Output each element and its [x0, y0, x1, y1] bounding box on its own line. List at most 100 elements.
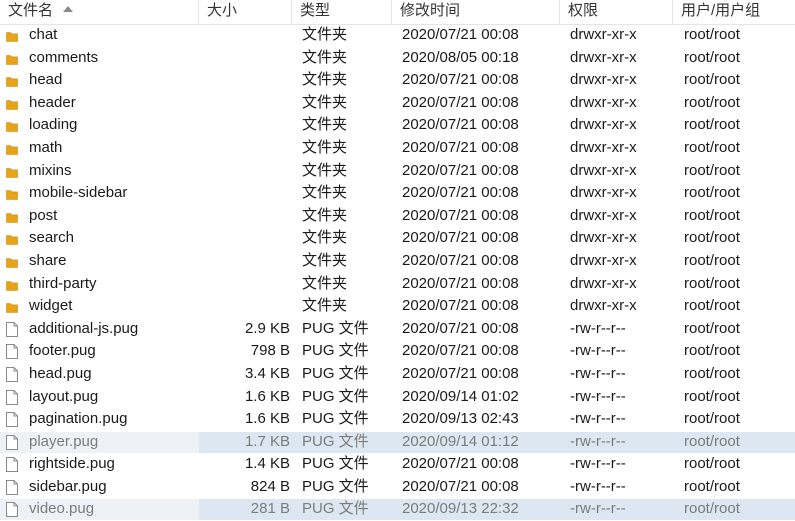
file-modified: 2020/07/21 00:08 — [402, 342, 519, 360]
file-name: third-party — [29, 274, 97, 292]
file-icon — [6, 389, 18, 405]
file-size — [200, 24, 290, 47]
sort-ascending-icon — [63, 6, 74, 13]
column-header-modified-label: 修改时间 — [400, 2, 461, 19]
file-type: PUG 文件 — [302, 432, 369, 450]
file-name: loading — [29, 116, 78, 134]
file-name: head — [29, 71, 63, 89]
file-name: math — [29, 138, 63, 156]
file-name: post — [29, 206, 58, 224]
file-owner: root/root — [684, 455, 740, 473]
file-row[interactable]: pagination.pug 1.6 KB PUG 文件 2020/09/13 02:… — [0, 408, 795, 431]
file-owner: root/root — [684, 161, 740, 179]
column-header-size[interactable]: 大小 — [199, 0, 292, 24]
file-size: 2.9 KB — [244, 319, 290, 337]
file-modified: 2020/07/21 00:08 — [402, 93, 519, 111]
file-row[interactable]: post 文件夹 2020/07/21 00:08 drwxr-xr-x root/ro… — [0, 205, 795, 228]
folder-icon — [6, 187, 18, 200]
column-header-permissions-label: 权限 — [568, 2, 599, 19]
folder-icon — [6, 142, 18, 155]
file-permissions: drwxr-xr-x — [570, 297, 637, 315]
file-owner: root/root — [684, 432, 740, 450]
file-row[interactable]: layout.pug 1.6 KB PUG 文件 2020/09/14 01:02 -r… — [0, 386, 795, 409]
file-owner: root/root — [684, 48, 740, 66]
file-type: 文件夹 — [302, 93, 348, 111]
file-owner: root/root — [684, 477, 740, 495]
file-row[interactable]: rightside.pug 1.4 KB PUG 文件 2020/07/21 00:0… — [0, 453, 795, 476]
file-modified: 2020/09/13 22:32 — [402, 500, 519, 518]
file-permissions: -rw-r--r-- — [570, 455, 626, 473]
file-name: pagination.pug — [29, 410, 128, 428]
file-row[interactable]: sidebar.pug 824 B PUG 文件 2020/07/21 00:08 -r… — [0, 476, 795, 499]
file-modified: 2020/07/21 00:08 — [402, 229, 519, 247]
folder-icon — [6, 210, 18, 223]
file-modified: 2020/07/21 00:08 — [402, 161, 519, 179]
file-type: PUG 文件 — [302, 477, 369, 495]
file-owner: root/root — [684, 71, 740, 89]
file-owner: root/root — [684, 319, 740, 337]
file-owner: root/root — [684, 206, 740, 224]
file-row[interactable]: third-party 文件夹 2020/07/21 00:08 drwxr-xr-x… — [0, 273, 795, 296]
file-permissions: drwxr-xr-x — [570, 251, 637, 269]
file-owner: root/root — [684, 410, 740, 428]
file-row[interactable]: comments 文件夹 2020/08/05 00:18 drwxr-xr-x roo… — [0, 47, 795, 70]
folder-icon — [6, 278, 18, 291]
file-owner: root/root — [684, 251, 740, 269]
file-type: 文件夹 — [302, 229, 348, 247]
file-size: 824 B — [250, 477, 290, 495]
folder-icon — [6, 165, 18, 178]
file-row[interactable]: video.pug 281 B PUG 文件 2020/09/13 22:32 -rw-… — [0, 498, 795, 521]
file-row[interactable]: share 文件夹 2020/07/21 00:08 drwxr-xr-x root/r… — [0, 250, 795, 273]
file-size: 1.7 KB — [244, 432, 290, 450]
file-permissions: drwxr-xr-x — [570, 229, 637, 247]
file-permissions: -rw-r--r-- — [570, 319, 626, 337]
file-permissions: drwxr-xr-x — [570, 274, 637, 292]
file-modified: 2020/07/21 00:08 — [402, 26, 519, 43]
file-row[interactable]: mobile-sidebar 文件夹 2020/07/21 00:08 drwxr-x… — [0, 182, 795, 205]
file-modified: 2020/07/21 00:08 — [402, 319, 519, 337]
file-permissions: -rw-r--r-- — [570, 364, 626, 382]
column-header-modified[interactable]: 修改时间 — [392, 0, 560, 24]
file-row[interactable]: mixins 文件夹 2020/07/21 00:08 drwxr-xr-x root/… — [0, 160, 795, 183]
file-row[interactable]: player.pug 1.7 KB PUG 文件 2020/09/14 01:12 -r… — [0, 431, 795, 454]
file-name: comments — [29, 48, 99, 66]
selection-highlight — [0, 431, 795, 453]
file-size — [200, 295, 290, 318]
file-row[interactable]: head.pug 3.4 KB PUG 文件 2020/07/21 00:08 -rw-… — [0, 363, 795, 386]
file-row[interactable]: widget 文件夹 2020/07/21 00:08 drwxr-xr-x root/… — [0, 295, 795, 318]
file-size — [200, 69, 290, 92]
file-row[interactable]: math 文件夹 2020/07/21 00:08 drwxr-xr-x root/ro… — [0, 137, 795, 160]
file-type: PUG 文件 — [302, 455, 369, 473]
selection-highlight — [0, 499, 795, 521]
column-header-name[interactable]: 文件名 — [0, 0, 199, 24]
file-modified: 2020/09/14 01:02 — [402, 387, 519, 405]
file-modified: 2020/08/05 00:18 — [402, 48, 519, 66]
folder-icon — [6, 119, 18, 133]
file-owner: root/root — [684, 116, 740, 134]
file-type: PUG 文件 — [302, 319, 369, 337]
file-name: video.pug — [29, 500, 95, 518]
column-header-permissions[interactable]: 权限 — [560, 0, 673, 24]
file-row[interactable]: header 文件夹 2020/07/21 00:08 drwxr-xr-x root/… — [0, 92, 795, 115]
file-row[interactable]: chat 文件夹 2020/07/21 00:08 drwxr-xr-x root/ro… — [0, 24, 795, 47]
file-name: share — [29, 251, 67, 269]
file-permissions: drwxr-xr-x — [570, 116, 637, 134]
file-name: mixins — [29, 161, 72, 179]
file-row[interactable]: loading 文件夹 2020/07/21 00:08 drwxr-xr-x root… — [0, 114, 795, 137]
folder-icon — [6, 97, 18, 110]
file-row[interactable]: footer.pug 798 B PUG 文件 2020/07/21 00:08 -rw… — [0, 340, 795, 363]
file-permissions: drwxr-xr-x — [570, 138, 637, 156]
column-header-type[interactable]: 类型 — [292, 0, 392, 24]
file-type: 文件夹 — [302, 26, 348, 43]
file-type: 文件夹 — [302, 274, 348, 292]
file-modified: 2020/09/13 02:43 — [402, 410, 519, 428]
column-header-owner[interactable]: 用户/用户组 — [673, 0, 795, 24]
file-type: 文件夹 — [302, 161, 348, 179]
file-name: player.pug — [29, 432, 99, 450]
file-row[interactable]: head 文件夹 2020/07/21 00:08 drwxr-xr-x root/ro… — [0, 69, 795, 92]
file-type: 文件夹 — [302, 184, 348, 202]
file-size — [200, 47, 290, 70]
file-row[interactable]: search 文件夹 2020/07/21 00:08 drwxr-xr-x root/… — [0, 227, 795, 250]
folder-icon — [6, 52, 18, 65]
file-row[interactable]: additional-js.pug 2.9 KB PUG 文件 2020/07/21 … — [0, 318, 795, 341]
